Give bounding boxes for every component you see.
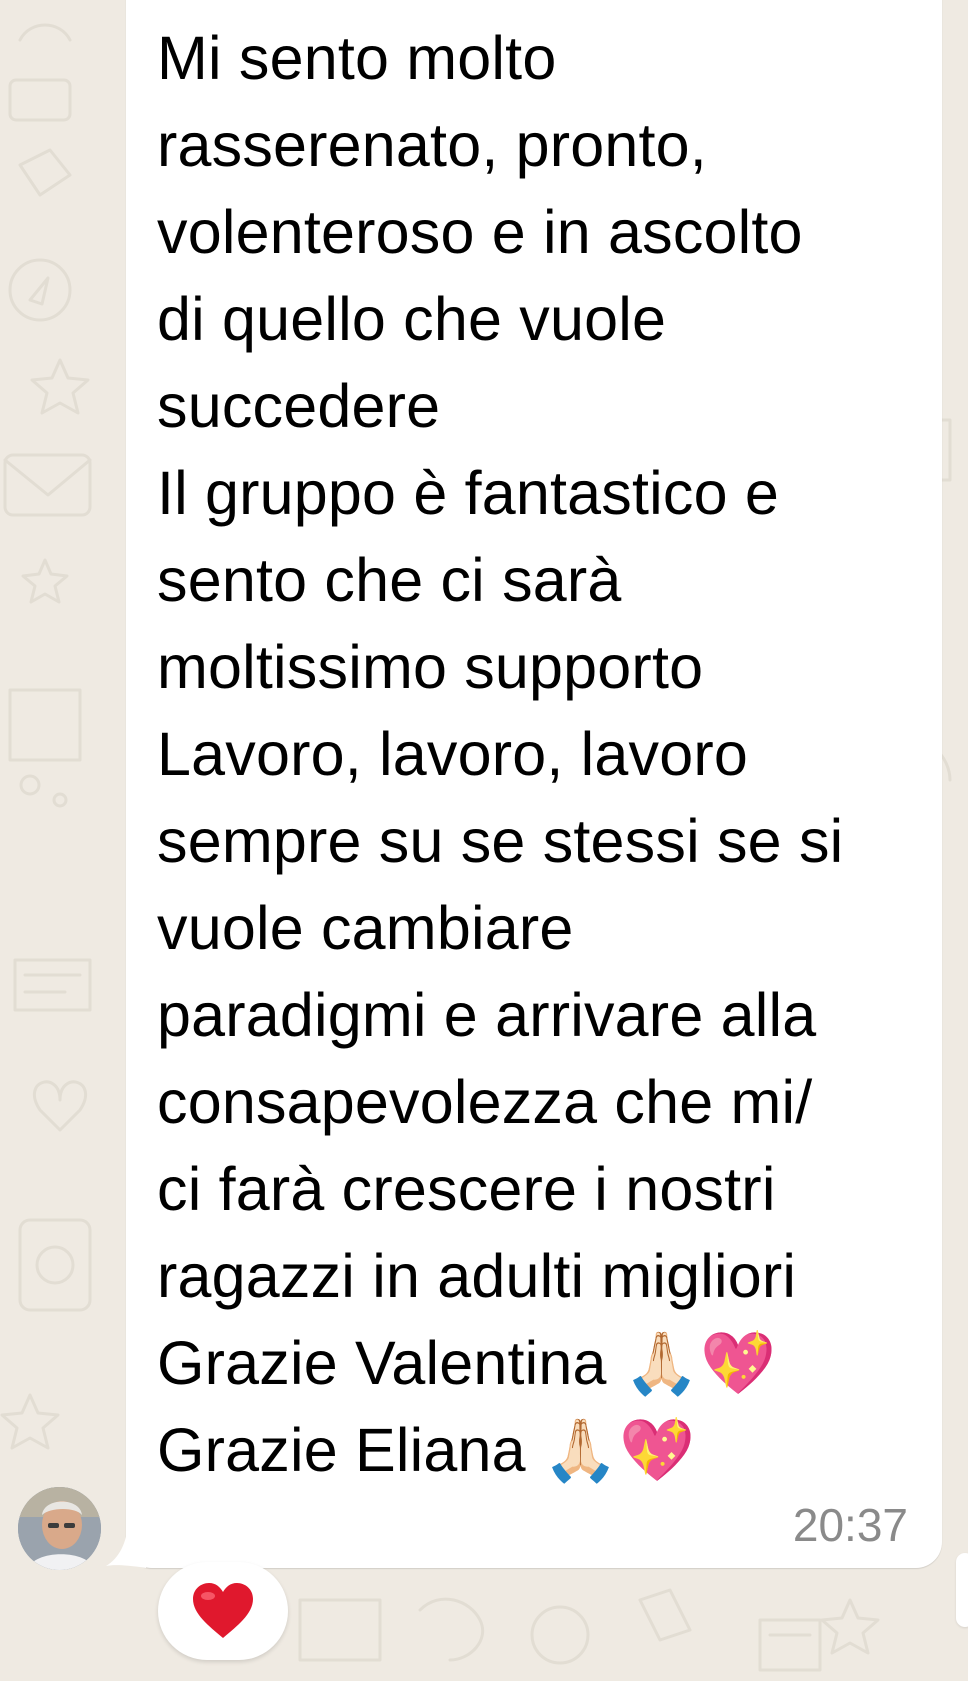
message-timestamp: 20:37: [792, 1499, 908, 1551]
reaction-pill[interactable]: [158, 1562, 288, 1660]
sender-avatar[interactable]: [18, 1487, 101, 1570]
input-bar-edge: [956, 1553, 968, 1627]
chat-screen: { "message": { "text": "Mi sento molto\n…: [0, 0, 968, 1681]
avatar-photo: [18, 1487, 101, 1570]
heart-icon: [193, 1583, 253, 1638]
message-text: Mi sento molto rasserenato, pronto, vole…: [157, 24, 844, 1484]
bubble-tail: [106, 1520, 146, 1568]
